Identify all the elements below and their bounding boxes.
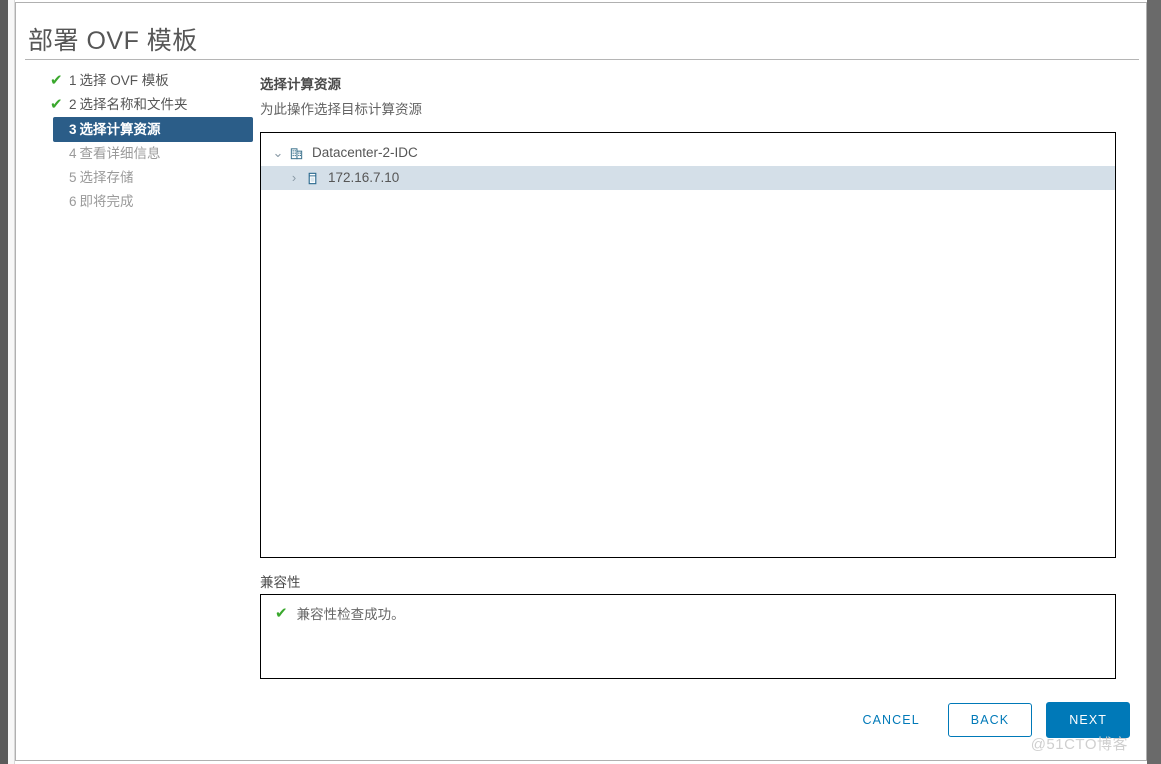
watermark: @51CTO博客 [1030,736,1128,753]
content-subheading: 为此操作选择目标计算资源 [260,102,422,117]
wizard-step-2-number: 2 [69,97,77,112]
wizard-step-5-label: 选择存储 [79,170,134,185]
cancel-button[interactable]: CANCEL [852,705,929,735]
wizard-step-1-label: 选择 OVF 模板 [79,73,169,88]
wizard-step-3-label: 选择计算资源 [79,122,161,137]
dialog-title: 部署 OVF 模板 [28,27,198,55]
dialog-footer: CANCEL BACK NEXT [260,701,1130,739]
wizard-step-6-label: 即将完成 [79,194,134,209]
wizard-step-2[interactable]: ✔ 2 选择名称和文件夹 [25,93,253,117]
chevron-down-icon[interactable]: ⌄ [269,141,287,165]
tree-item-datacenter-label: Datacenter-2-IDC [312,145,418,160]
wizard-step-4[interactable]: 4 查看详细信息 [25,142,253,166]
datacenter-icon [287,146,305,161]
wizard-step-nav: ✔ 1 选择 OVF 模板 ✔ 2 选择名称和文件夹 3 选择计算资源 4 查看详细信息… [25,69,253,214]
compatibility-panel: ✔ 兼容性检查成功。 [260,594,1116,679]
wizard-step-6[interactable]: 6 即将完成 [25,190,253,214]
background-app-strip-left [0,0,8,764]
content-heading: 选择计算资源 [260,77,341,92]
background-app-panel-sliver [8,0,15,764]
title-divider [25,59,1139,60]
tree-item-host[interactable]: › 172.16.7.10 [261,166,1115,190]
wizard-step-6-number: 6 [69,194,77,209]
back-button[interactable]: BACK [947,703,1033,737]
tree-item-host-label: 172.16.7.10 [328,170,400,185]
wizard-step-1-number: 1 [69,73,77,88]
check-icon: ✔ [50,96,63,113]
background-app-strip-right [1147,0,1161,764]
compatibility-status: ✔ 兼容性检查成功。 [275,603,405,623]
compatibility-heading: 兼容性 [260,575,301,590]
compatibility-message: 兼容性检查成功。 [296,607,405,622]
check-icon: ✔ [275,605,288,622]
wizard-step-5-number: 5 [69,170,77,185]
wizard-step-4-number: 4 [69,146,77,161]
wizard-step-1[interactable]: ✔ 1 选择 OVF 模板 [25,69,253,93]
check-icon: ✔ [50,72,63,89]
wizard-step-3[interactable]: 3 选择计算资源 [53,117,253,142]
tree-item-datacenter[interactable]: ⌄ Datacenter-2-IDC [261,141,1115,165]
wizard-step-3-number: 3 [69,122,77,137]
deploy-ovf-template-dialog: 部署 OVF 模板 ✔ 1 选择 OVF 模板 ✔ 2 选择名称和文件夹 3 选择计算… [15,2,1147,761]
wizard-step-2-label: 选择名称和文件夹 [79,97,188,112]
chevron-right-icon[interactable]: › [285,166,303,190]
wizard-step-4-label: 查看详细信息 [79,146,161,161]
host-icon [303,171,321,186]
compute-resource-tree: ⌄ Datacenter-2-IDC › 172.16.7.10 [260,132,1116,558]
wizard-step-5[interactable]: 5 选择存储 [25,166,253,190]
